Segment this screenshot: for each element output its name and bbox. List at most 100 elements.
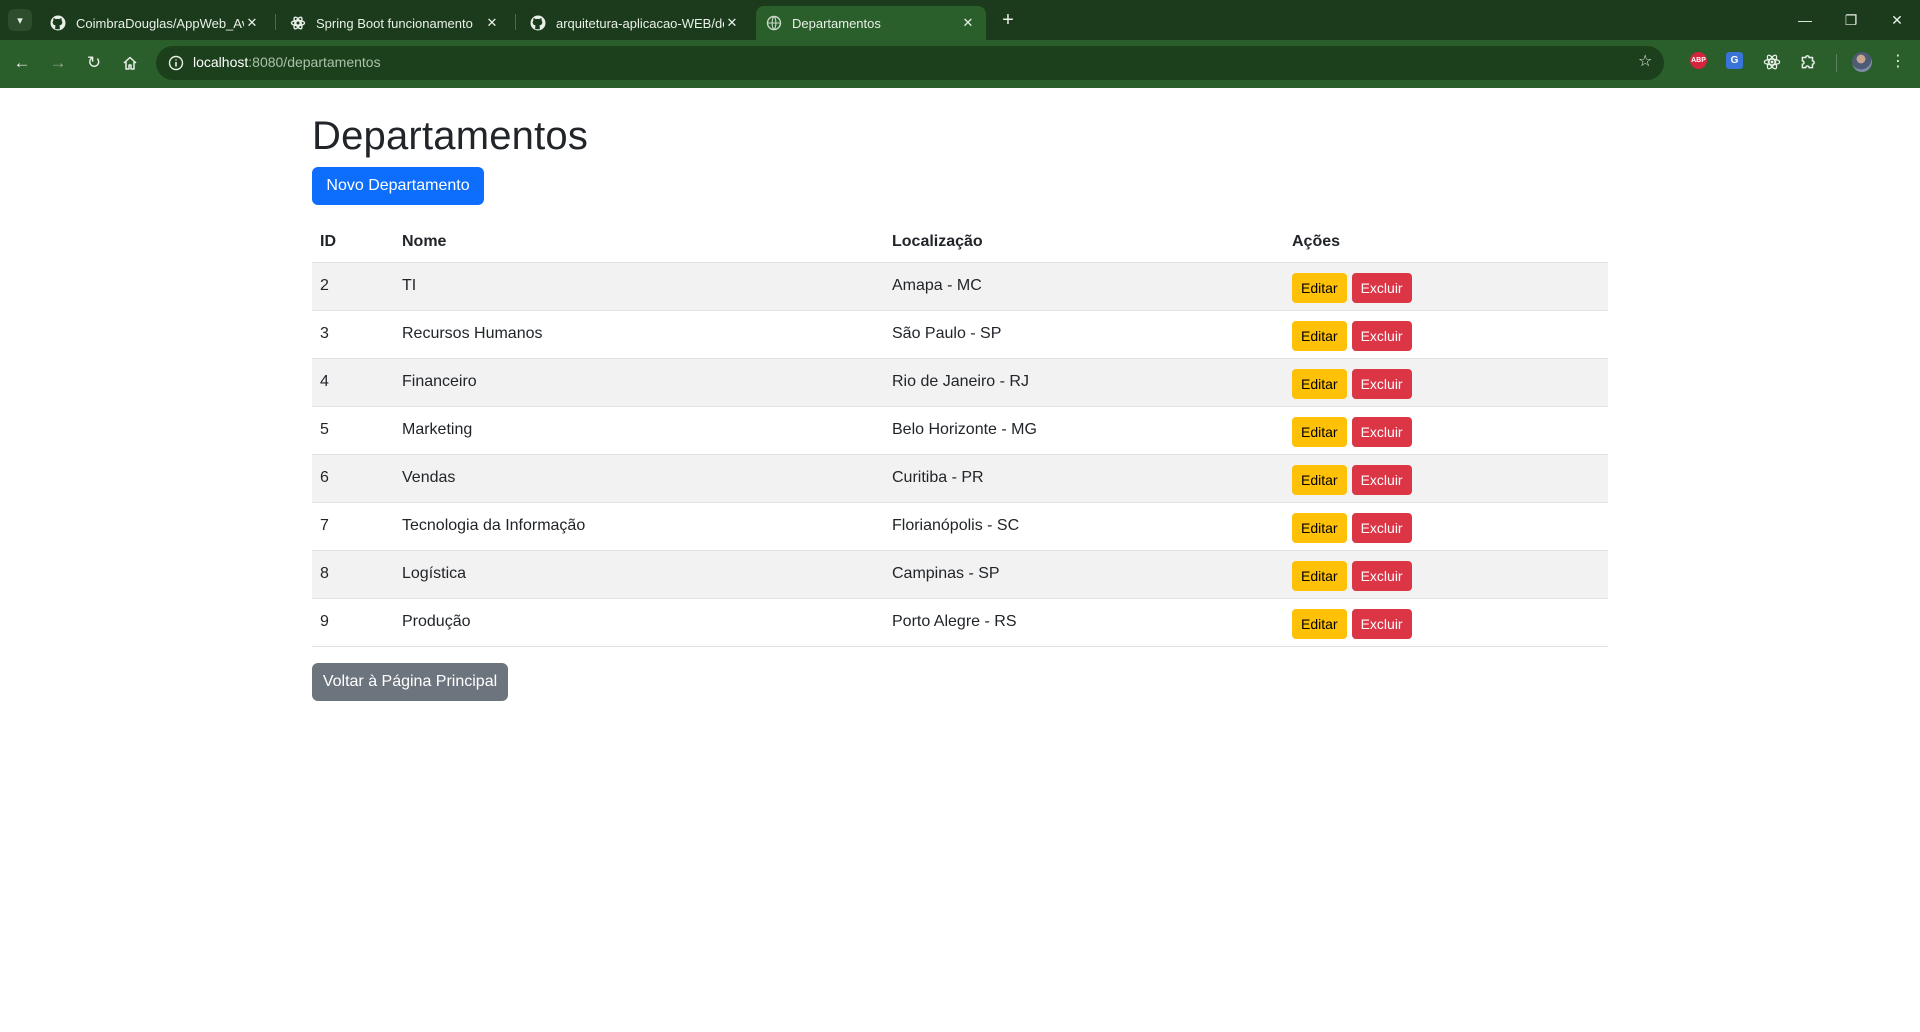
edit-button[interactable]: Editar	[1292, 609, 1347, 639]
openai-icon	[290, 15, 306, 31]
table-row: 8 Logística Campinas - SP Editar Excluir	[312, 550, 1608, 599]
browser-tab-3[interactable]: arquitetura-aplicacao-WEB/dep ✕	[520, 6, 750, 40]
back-arrow-icon[interactable]: ←	[8, 49, 36, 77]
delete-button[interactable]: Excluir	[1351, 465, 1412, 495]
page-title: Departamentos	[312, 114, 589, 158]
tab-divider	[275, 14, 276, 30]
browser-tab-2[interactable]: Spring Boot funcionamento ✕	[280, 6, 510, 40]
browser-tab-4-title: Departamentos	[792, 15, 881, 31]
cell-acoes: Editar Excluir	[1284, 550, 1608, 599]
header-acoes: Ações	[1284, 222, 1608, 263]
bookmark-star-icon[interactable]: ☆	[1638, 51, 1652, 71]
delete-button[interactable]: Excluir	[1351, 273, 1412, 303]
cell-acoes: Editar Excluir	[1284, 310, 1608, 359]
header-id: ID	[312, 222, 394, 263]
close-icon[interactable]: ✕	[244, 15, 260, 31]
tab-divider	[515, 14, 516, 30]
cell-nome: Financeiro	[394, 358, 884, 407]
table-row: 5 Marketing Belo Horizonte - MG Editar E…	[312, 406, 1608, 455]
new-department-button[interactable]: Novo Departamento	[312, 167, 484, 205]
table-row: 6 Vendas Curitiba - PR Editar Excluir	[312, 454, 1608, 503]
close-icon[interactable]: ✕	[484, 15, 500, 31]
delete-button[interactable]: Excluir	[1351, 513, 1412, 543]
back-to-home-button[interactable]: Voltar à Página Principal	[312, 663, 508, 701]
delete-button[interactable]: Excluir	[1351, 321, 1412, 351]
cell-id: 8	[312, 550, 394, 599]
browser-tab-4-active[interactable]: Departamentos ✕	[756, 6, 986, 40]
react-devtools-icon[interactable]	[1762, 52, 1782, 72]
url-host: localhost	[193, 54, 249, 70]
restore-icon[interactable]: ❐	[1828, 0, 1874, 40]
table-row: 7 Tecnologia da Informação Florianópolis…	[312, 502, 1608, 551]
edit-button[interactable]: Editar	[1292, 369, 1347, 399]
cell-localizacao: Campinas - SP	[884, 550, 1284, 599]
edit-button[interactable]: Editar	[1292, 561, 1347, 591]
edit-button[interactable]: Editar	[1292, 513, 1347, 543]
cell-nome: Marketing	[394, 406, 884, 455]
cell-localizacao: Porto Alegre - RS	[884, 598, 1284, 647]
cell-localizacao: São Paulo - SP	[884, 310, 1284, 359]
browser-tab-1[interactable]: CoimbraDouglas/AppWeb_Av1 ✕	[40, 6, 270, 40]
url-path: :8080/departamentos	[248, 54, 381, 70]
profile-avatar[interactable]	[1852, 52, 1872, 72]
home-icon[interactable]	[116, 49, 144, 77]
cell-nome: Produção	[394, 598, 884, 647]
cell-acoes: Editar Excluir	[1284, 598, 1608, 647]
new-tab-plus-icon[interactable]: +	[996, 9, 1020, 31]
cell-nome: TI	[394, 262, 884, 311]
cell-nome: Tecnologia da Informação	[394, 502, 884, 551]
close-icon[interactable]: ✕	[960, 15, 976, 31]
delete-button[interactable]: Excluir	[1351, 609, 1412, 639]
minimize-icon[interactable]: —	[1782, 0, 1828, 40]
table-row: 2 TI Amapa - MC Editar Excluir	[312, 262, 1608, 311]
adblock-plus-icon[interactable]: ABP	[1690, 52, 1707, 69]
kebab-menu-icon[interactable]: ⋮	[1890, 52, 1906, 72]
browser-tab-1-title: CoimbraDouglas/AppWeb_Av1	[76, 15, 244, 31]
cell-nome: Vendas	[394, 454, 884, 503]
delete-button[interactable]: Excluir	[1351, 561, 1412, 591]
cell-nome: Logística	[394, 550, 884, 599]
cell-nome: Recursos Humanos	[394, 310, 884, 359]
cell-acoes: Editar Excluir	[1284, 406, 1608, 455]
reload-icon[interactable]: ↻	[80, 49, 108, 77]
cell-id: 9	[312, 598, 394, 647]
cell-acoes: Editar Excluir	[1284, 502, 1608, 551]
cell-acoes: Editar Excluir	[1284, 262, 1608, 311]
cell-localizacao: Amapa - MC	[884, 262, 1284, 311]
extensions-puzzle-icon[interactable]	[1798, 52, 1818, 72]
cell-localizacao: Belo Horizonte - MG	[884, 406, 1284, 455]
globe-icon	[766, 15, 782, 31]
cell-id: 2	[312, 262, 394, 311]
cell-id: 4	[312, 358, 394, 407]
github-icon	[50, 15, 66, 31]
browser-tab-strip: ▾ CoimbraDouglas/AppWeb_Av1 ✕ Spring Boo…	[0, 0, 1920, 40]
site-info-icon[interactable]	[168, 55, 184, 71]
cell-localizacao: Curitiba - PR	[884, 454, 1284, 503]
cell-localizacao: Florianópolis - SC	[884, 502, 1284, 551]
edit-button[interactable]: Editar	[1292, 417, 1347, 447]
delete-button[interactable]: Excluir	[1351, 369, 1412, 399]
edit-button[interactable]: Editar	[1292, 273, 1347, 303]
table-row: 9 Produção Porto Alegre - RS Editar Excl…	[312, 598, 1608, 647]
cell-id: 6	[312, 454, 394, 503]
cell-acoes: Editar Excluir	[1284, 454, 1608, 503]
browser-tab-2-title: Spring Boot funcionamento	[316, 15, 473, 31]
table-header-row: ID Nome Localização Ações	[312, 222, 1608, 263]
edit-button[interactable]: Editar	[1292, 321, 1347, 351]
address-url[interactable]: localhost:8080/departamentos	[193, 54, 381, 70]
close-icon[interactable]: ✕	[724, 15, 740, 31]
departments-table: ID Nome Localização Ações 2 TI Amapa - M…	[312, 222, 1608, 647]
browser-tab-3-title: arquitetura-aplicacao-WEB/dep	[556, 15, 724, 31]
header-nome: Nome	[394, 222, 884, 263]
forward-arrow-icon[interactable]: →	[44, 49, 72, 77]
edit-button[interactable]: Editar	[1292, 465, 1347, 495]
cell-localizacao: Rio de Janeiro - RJ	[884, 358, 1284, 407]
address-bar[interactable]	[156, 46, 1664, 80]
table-row: 4 Financeiro Rio de Janeiro - RJ Editar …	[312, 358, 1608, 407]
cell-id: 3	[312, 310, 394, 359]
table-row: 3 Recursos Humanos São Paulo - SP Editar…	[312, 310, 1608, 359]
close-window-icon[interactable]: ✕	[1874, 0, 1920, 40]
tab-search-chevron-down-icon[interactable]: ▾	[8, 9, 32, 31]
delete-button[interactable]: Excluir	[1351, 417, 1412, 447]
google-translate-icon[interactable]: G	[1726, 52, 1743, 69]
